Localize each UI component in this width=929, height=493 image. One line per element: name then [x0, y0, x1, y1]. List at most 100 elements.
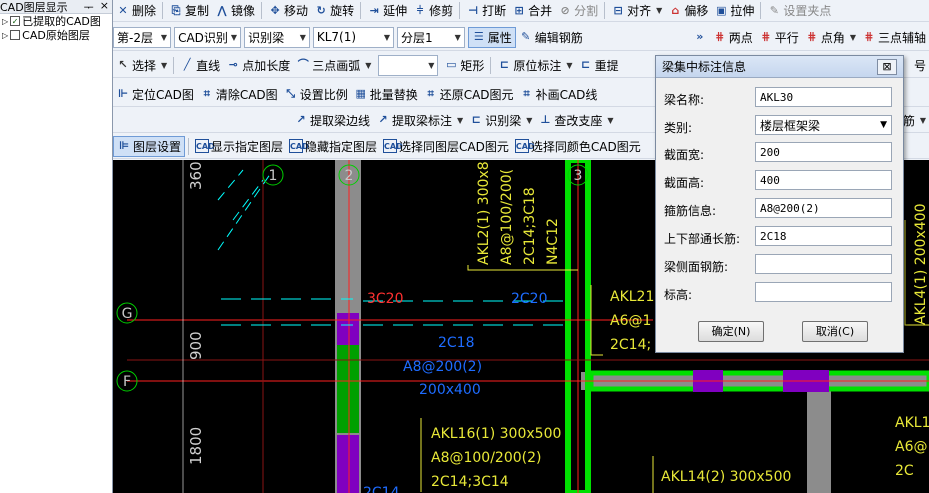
- extract-edge-button[interactable]: ↗ 提取梁边线: [291, 110, 373, 131]
- merge-button[interactable]: ⊞ 合并: [509, 0, 555, 21]
- field-label-type: 类别:: [664, 121, 693, 135]
- dialog-close-icon[interactable]: ⊠: [877, 58, 897, 75]
- extend-icon: ⇥: [369, 3, 379, 17]
- cad-icon: CAD: [195, 139, 215, 153]
- close-icon[interactable]: ×: [100, 0, 109, 15]
- select-same-layer-button[interactable]: CAD 选择同图层CAD图元: [380, 136, 512, 157]
- checkbox-icon[interactable]: [10, 30, 21, 40]
- beam-vertical-right[interactable]: [807, 388, 831, 493]
- tree-item-original[interactable]: ▷ CAD原始图层: [0, 28, 112, 42]
- column-purple[interactable]: [337, 313, 359, 345]
- locate-cad-button[interactable]: ⊩ 定位CAD图: [113, 84, 197, 105]
- separator: [360, 2, 362, 19]
- show-layer-button[interactable]: CAD 显示指定图层: [192, 136, 286, 157]
- copy-button[interactable]: ⎘ 复制: [166, 0, 212, 21]
- cancel-button[interactable]: 取消(C): [802, 321, 868, 342]
- three-point-axis-button[interactable]: ⋕ 三点辅轴: [859, 27, 929, 48]
- line-tool[interactable]: ╱ 直线: [177, 55, 223, 76]
- move-button[interactable]: ✥ 移动: [265, 0, 311, 21]
- split-button[interactable]: ⊘ 分割: [555, 0, 601, 21]
- expand-icon[interactable]: ▷: [2, 31, 8, 40]
- long-rebar-input[interactable]: 2C18: [755, 226, 892, 246]
- tree-item-label: CAD原始图层: [22, 29, 90, 42]
- grip-button[interactable]: ✎ 设置夹点: [764, 0, 834, 21]
- properties-button[interactable]: ☰ 属性: [467, 26, 516, 48]
- dashed-line: [217, 169, 274, 251]
- tree-item-extracted[interactable]: ▷ ✓ 已提取的CAD图: [0, 14, 112, 28]
- trim-button[interactable]: ⫩ 修剪: [410, 0, 456, 21]
- orig-mark-button[interactable]: ⊏ 原位标注 ▼: [494, 55, 575, 76]
- beam-type-select[interactable]: 楼层框架梁 ▼: [755, 115, 892, 135]
- set-scale-button[interactable]: ⤡ 设置比例: [281, 84, 351, 105]
- delete-button[interactable]: ✕ 删除: [113, 0, 159, 21]
- number-button[interactable]: 号: [911, 55, 929, 76]
- extract-label-button[interactable]: ↗ 提取梁标注 ▼: [373, 110, 466, 131]
- beam-id-select[interactable]: KL7(1) ▼: [312, 26, 395, 48]
- section-height-input[interactable]: 400: [755, 170, 892, 190]
- beam-label-yellow: A8@100/200(2): [431, 450, 541, 466]
- check-support-icon: ⊥: [540, 113, 551, 126]
- axis-label-f: F: [123, 374, 131, 390]
- hide-layer-button[interactable]: CAD 隐藏指定图层: [286, 136, 380, 157]
- point-angle-icon: ⋕: [807, 30, 817, 43]
- rect-tool[interactable]: ▭ 矩形: [441, 55, 487, 76]
- beam-label-yellow: N4C12: [545, 218, 561, 265]
- floor-select[interactable]: 第-2层 ▼: [113, 26, 172, 48]
- separator: [261, 2, 263, 19]
- clear-cad-button[interactable]: ⌗ 清除CAD图: [197, 84, 281, 105]
- align-dropdown[interactable]: ⊟ 对齐 ▼: [608, 0, 665, 21]
- more-icon[interactable]: »: [690, 27, 710, 48]
- field-label-side-rebar: 梁侧面钢筋:: [664, 260, 729, 274]
- checkbox-checked-icon[interactable]: ✓: [10, 16, 21, 26]
- layer-select[interactable]: 分层1 ▼: [397, 26, 465, 48]
- offset-button[interactable]: ⌂ 偏移: [665, 0, 711, 21]
- recog-beam-select[interactable]: 识别梁 ▼: [244, 26, 310, 48]
- cad-recog-select[interactable]: CAD识别 ▼: [174, 26, 242, 48]
- arc-tool[interactable]: ⌒ 三点画弧 ▼: [293, 55, 374, 76]
- point-angle-button[interactable]: ⋕ 点角 ▼: [802, 27, 859, 48]
- break-icon: ⊣: [468, 3, 479, 17]
- mirror-button[interactable]: ⋀ 镜像: [212, 0, 258, 21]
- cad-icon: CAD: [514, 139, 535, 153]
- two-point-button[interactable]: ⋕ 两点: [710, 27, 756, 48]
- extend-button[interactable]: ⇥ 延伸: [364, 0, 410, 21]
- recog-beam-button[interactable]: ⊏ 识别梁 ▼: [466, 110, 535, 131]
- layer-settings-button[interactable]: ⊫ 图层设置: [113, 135, 186, 157]
- patch-cad-button[interactable]: ⌗ 补画CAD线: [517, 84, 601, 105]
- elevation-input[interactable]: [755, 282, 892, 302]
- break-button[interactable]: ⊣ 打断: [463, 0, 509, 21]
- three-point-axis-icon: ⋕: [864, 30, 874, 43]
- section-width-input[interactable]: 200: [755, 142, 892, 162]
- re-extract-button[interactable]: ⊏ 重提: [576, 55, 622, 76]
- scale-icon: ⤡: [286, 87, 296, 100]
- ok-button[interactable]: 确定(N): [698, 321, 764, 342]
- toolbar-edit: ✕ 删除 ⎘ 复制 ⋀ 镜像 ✥ 移动 ↻ 旋转 ⇥ 延伸 ⫩ 修剪 ⊣ 打断 ⊞ 合并 ⊘ 分割 …: [113, 0, 929, 22]
- parallel-button[interactable]: ⋕ 平行: [756, 27, 802, 48]
- beam-name-input[interactable]: AKL30: [755, 87, 892, 107]
- beam-label-blue: 2C18: [438, 335, 475, 351]
- field-label-stirrup: 箍筋信息:: [664, 204, 717, 218]
- expand-icon[interactable]: ▷: [2, 17, 8, 26]
- edit-rebar-button[interactable]: ✎ 编辑钢筋: [516, 27, 586, 48]
- grip-icon: ✎: [769, 3, 779, 17]
- stirrup-input[interactable]: A8@200(2): [755, 198, 892, 218]
- rotate-button[interactable]: ↻ 旋转: [311, 0, 357, 21]
- beam-green-segment[interactable]: [337, 345, 359, 433]
- select-tool[interactable]: ↖ 选择 ▼: [113, 55, 170, 76]
- column-purple[interactable]: [337, 435, 359, 493]
- dashed-line: [232, 179, 264, 221]
- restore-icon: ⌗: [427, 87, 434, 100]
- check-support-button[interactable]: ⊥ 查改支座 ▼: [535, 110, 616, 131]
- clear-icon: ⌗: [203, 87, 210, 100]
- side-rebar-input[interactable]: [755, 254, 892, 274]
- beam-label-yellow: 2C: [895, 463, 914, 479]
- select-same-color-button[interactable]: CAD 选择同颜色CAD图元: [512, 136, 644, 157]
- stretch-button[interactable]: ▣ 拉伸: [711, 0, 757, 21]
- dim-text: 360: [187, 161, 205, 190]
- dialog-titlebar[interactable]: 梁集中标注信息 ⊠: [656, 56, 903, 78]
- rebar-button[interactable]: 筋 ▼: [900, 110, 929, 131]
- arc-option-select[interactable]: ▼: [378, 54, 439, 76]
- batch-replace-button[interactable]: ▦ 批量替换: [351, 84, 421, 105]
- point-length-tool[interactable]: ⊸ 点加长度: [223, 55, 293, 76]
- restore-cad-button[interactable]: ⌗ 还原CAD图元: [421, 84, 517, 105]
